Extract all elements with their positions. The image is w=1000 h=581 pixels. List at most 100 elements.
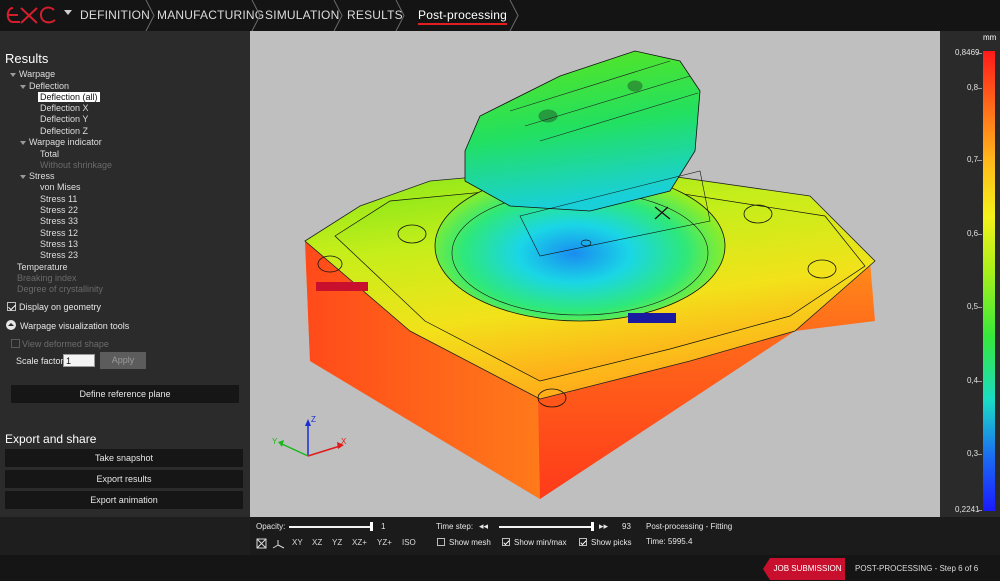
crumb-separator-icon <box>145 0 155 31</box>
legend-tick <box>977 234 982 235</box>
timestep-slider-handle[interactable] <box>591 522 594 531</box>
tree-deflection-x[interactable]: Deflection X <box>40 103 89 113</box>
display-on-geometry-checkbox[interactable] <box>7 302 16 311</box>
tree-temperature[interactable]: Temperature <box>17 262 68 272</box>
crumb-manufacturing[interactable]: MANUFACTURING <box>157 0 264 31</box>
iso-axes-icon[interactable] <box>272 538 285 550</box>
logo-menu-caret-icon[interactable] <box>64 10 72 15</box>
tree-stress-11[interactable]: Stress 11 <box>40 194 77 204</box>
crumb-simulation[interactable]: SIMULATION <box>265 0 339 31</box>
legend-min-label: 0,2241 <box>955 505 980 514</box>
view-xy-button[interactable]: XY <box>292 538 303 550</box>
crumb-separator-icon <box>395 0 405 31</box>
legend-tick <box>977 510 982 511</box>
legend-max-label: 0,8469 <box>955 48 980 57</box>
legend-tick <box>977 160 982 161</box>
show-minmax-label: Show min/max <box>514 538 567 547</box>
tree-degree-crystallinity: Degree of crystallinity <box>17 284 104 294</box>
export-results-button[interactable]: Export results <box>5 470 243 488</box>
min-value-marker <box>628 313 676 323</box>
scale-factor-input[interactable]: 1 <box>63 354 95 367</box>
view-xz-plus-button[interactable]: XZ+ <box>352 538 367 550</box>
tree-breaking-index: Breaking index <box>17 273 77 283</box>
view-yz-plus-button[interactable]: YZ+ <box>377 538 392 550</box>
time-value: Time: 5995.4 <box>646 537 693 546</box>
show-mesh-label: Show mesh <box>449 538 491 547</box>
show-minmax-checkbox[interactable] <box>502 538 510 546</box>
workflow-step-indicator: POST-PROCESSING - Step 6 of 6 <box>855 564 979 573</box>
deflection-model-render <box>304 50 876 499</box>
tree-deflection[interactable]: Deflection <box>20 81 69 91</box>
crumb-definition[interactable]: DEFINITION <box>80 0 150 31</box>
scale-factor-label: Scale factor: <box>16 356 67 366</box>
opacity-value: 1 <box>381 522 386 531</box>
show-picks-label: Show picks <box>591 538 632 547</box>
tree-stress-23[interactable]: Stress 23 <box>40 250 78 260</box>
timestep-label: Time step: <box>436 522 474 531</box>
tree-stress-12[interactable]: Stress 12 <box>40 228 78 238</box>
crumb-separator-icon <box>251 0 261 31</box>
tree-deflection-all[interactable]: Deflection (all) <box>38 92 100 102</box>
step-forward-icon[interactable]: ▸▸ <box>599 521 608 532</box>
tree-total[interactable]: Total <box>40 149 59 159</box>
tree-deflection-y[interactable]: Deflection Y <box>40 114 88 124</box>
max-value-marker <box>316 282 368 291</box>
timestep-value: 93 <box>622 522 631 531</box>
opacity-label: Opacity: <box>256 522 286 531</box>
expanded-icon <box>10 72 16 77</box>
tree-stress-33[interactable]: Stress 33 <box>40 216 78 226</box>
collapse-section-icon[interactable] <box>6 320 16 330</box>
define-reference-plane-button[interactable]: Define reference plane <box>11 385 239 403</box>
tree-deflection-z[interactable]: Deflection Z <box>40 126 88 136</box>
3d-viewport[interactable]: Z X Y <box>250 31 940 517</box>
expanded-icon <box>20 84 26 89</box>
view-deformed-label: View deformed shape <box>22 339 109 349</box>
warpage-tools-header[interactable]: Warpage visualization tools <box>20 321 129 331</box>
crumb-separator-icon <box>333 0 343 31</box>
colorbar <box>983 51 995 511</box>
export-title: Export and share <box>5 432 97 446</box>
tree-stress-22[interactable]: Stress 22 <box>40 205 78 215</box>
results-title: Results <box>5 51 49 66</box>
tree-von-mises[interactable]: von Mises <box>40 182 81 192</box>
show-picks-checkbox[interactable] <box>579 538 587 546</box>
crumb-post-processing[interactable]: Post-processing <box>418 0 508 31</box>
axis-z-label: Z <box>311 415 316 424</box>
tree-stress-13[interactable]: Stress 13 <box>40 239 78 249</box>
legend-tick <box>977 381 982 382</box>
view-xz-button[interactable]: XZ <box>312 538 322 550</box>
opacity-slider-handle[interactable] <box>370 522 373 531</box>
step-back-icon[interactable]: ◂◂ <box>479 521 488 532</box>
axis-y-label: Y <box>272 437 278 446</box>
legend-tick <box>977 454 982 455</box>
tree-without-shrinkage: Without shrinkage <box>40 160 113 170</box>
take-snapshot-button[interactable]: Take snapshot <box>5 449 243 467</box>
legend-tick <box>977 307 982 308</box>
apply-button[interactable]: Apply <box>100 352 146 369</box>
show-mesh-checkbox[interactable] <box>437 538 445 546</box>
tree-warpage[interactable]: Warpage <box>10 69 55 79</box>
view-yz-button[interactable]: YZ <box>332 538 342 550</box>
fit-view-icon[interactable] <box>256 538 267 550</box>
legend-unit: mm <box>983 33 997 42</box>
view-deformed-checkbox <box>11 339 20 348</box>
tree-warpage-indicator[interactable]: Warpage indicator <box>20 137 102 147</box>
status-title: Post-processing - Fitting <box>646 522 733 531</box>
legend-tick <box>977 53 982 54</box>
expanded-icon <box>20 174 26 179</box>
crumb-post-processing-label: Post-processing <box>418 8 508 22</box>
expanded-icon <box>20 140 26 145</box>
status-bar <box>0 555 1000 581</box>
app-logo[interactable] <box>4 2 60 29</box>
axis-x-label: X <box>341 437 347 446</box>
timestep-slider-track[interactable] <box>499 526 594 528</box>
tree-stress[interactable]: Stress <box>20 171 55 181</box>
crumb-separator-icon <box>509 0 519 31</box>
view-iso-button[interactable]: ISO <box>402 538 416 550</box>
job-submission-button[interactable]: JOB SUBMISSION <box>763 558 845 580</box>
display-on-geometry-label: Display on geometry <box>19 302 102 312</box>
active-crumb-underline <box>418 23 508 25</box>
opacity-slider-track[interactable] <box>289 526 373 528</box>
export-animation-button[interactable]: Export animation <box>5 491 243 509</box>
legend-tick <box>977 88 982 89</box>
